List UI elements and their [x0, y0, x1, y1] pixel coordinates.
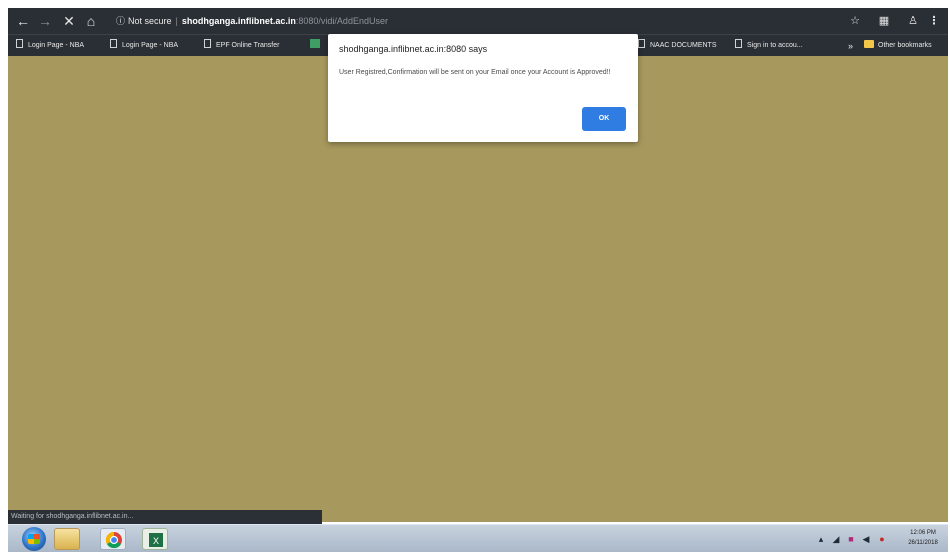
info-icon[interactable]: ⓘ [116, 12, 125, 30]
notification-icon[interactable]: ● [876, 532, 888, 546]
apps-icon [310, 39, 320, 48]
bookmark-label: Login Page - NBA [28, 42, 85, 49]
menu-icon[interactable]: ⋮ [928, 12, 940, 30]
page-icon [110, 39, 117, 48]
bookmark-label: EPF Online Transfer [216, 42, 280, 49]
network-signal-icon[interactable]: ◢ [830, 532, 842, 546]
bookmark-item[interactable]: Sign in to accou... [735, 39, 803, 53]
bookmark-label: NAAC DOCUMENTS [650, 42, 717, 49]
page-icon [204, 39, 211, 48]
forward-arrow-icon[interactable]: → [36, 12, 54, 30]
back-arrow-icon[interactable]: ← [14, 12, 32, 30]
bookmark-item[interactable]: Login Page - NBA [16, 39, 84, 53]
clock-date: 26/11/2018 [908, 540, 938, 546]
taskbar: X ▴ ◢ ■ ◀ ● 12:06 PM 26/11/2018 [8, 524, 948, 552]
volume-icon[interactable]: ◀ [860, 532, 872, 546]
show-hidden-icons-icon[interactable]: ▴ [816, 532, 826, 546]
dialog-title: shodhganga.inflibnet.ac.in:8080 says [339, 44, 488, 54]
extension-icon[interactable]: ▦ [876, 12, 892, 30]
page-icon [638, 39, 645, 48]
other-bookmarks-label: Other bookmarks [878, 42, 932, 49]
svg-text:X: X [153, 536, 159, 546]
excel-logo-icon: X [149, 533, 163, 547]
other-bookmarks-button[interactable]: Other bookmarks [864, 39, 932, 53]
loading-status: Waiting for shodhganga.inflibnet.ac.in..… [8, 510, 322, 524]
system-clock[interactable]: 12:06 PM 26/11/2018 [902, 528, 944, 548]
chrome-logo-icon [105, 531, 122, 549]
address-host: shodhganga.inflibnet.ac.in [181, 16, 296, 26]
bookmark-item[interactable]: Login Page - NBA [110, 39, 178, 53]
home-icon[interactable]: ⌂ [82, 12, 100, 30]
page-icon [735, 39, 742, 48]
screenshot-frame: ← → ✕ ⌂ ⓘ Not secure | shodhganga.inflibnet… [0, 0, 950, 552]
address-separator: | [175, 16, 178, 26]
bookmarks-overflow-button[interactable]: » [848, 39, 853, 53]
star-icon[interactable]: ☆ [848, 12, 862, 30]
bookmark-label: Sign in to accou... [747, 42, 803, 49]
page-icon [16, 39, 23, 48]
windows-logo-icon [28, 534, 40, 544]
ok-button[interactable]: OK [582, 107, 626, 131]
folder-icon [864, 40, 874, 48]
address-bar[interactable]: ⓘ Not secure | shodhganga.inflibnet.ac.in:8… [116, 12, 836, 30]
excel-icon[interactable]: X [142, 528, 168, 550]
address-path: :8080/vidi/AddEndUser [295, 16, 388, 26]
security-app-icon[interactable]: ■ [844, 532, 858, 546]
bookmark-item[interactable]: NAAC DOCUMENTS [638, 39, 717, 53]
alert-dialog: shodhganga.inflibnet.ac.in:8080 says Use… [328, 34, 638, 142]
explorer-icon[interactable] [54, 528, 80, 550]
bookmark-item[interactable] [310, 39, 324, 53]
dialog-message: User Registred,Confirmation will be sent… [339, 69, 611, 76]
security-label: Not secure [128, 16, 172, 26]
clock-time: 12:06 PM [910, 530, 936, 536]
bookmark-label: Login Page - NBA [122, 42, 179, 49]
browser-toolbar: ← → ✕ ⌂ ⓘ Not secure | shodhganga.inflibnet… [8, 8, 948, 34]
stop-icon[interactable]: ✕ [60, 12, 78, 30]
bookmark-item[interactable]: EPF Online Transfer [204, 39, 279, 53]
chrome-icon[interactable] [100, 528, 126, 550]
profile-icon[interactable]: ♙ [906, 12, 920, 30]
start-button[interactable] [22, 527, 46, 551]
